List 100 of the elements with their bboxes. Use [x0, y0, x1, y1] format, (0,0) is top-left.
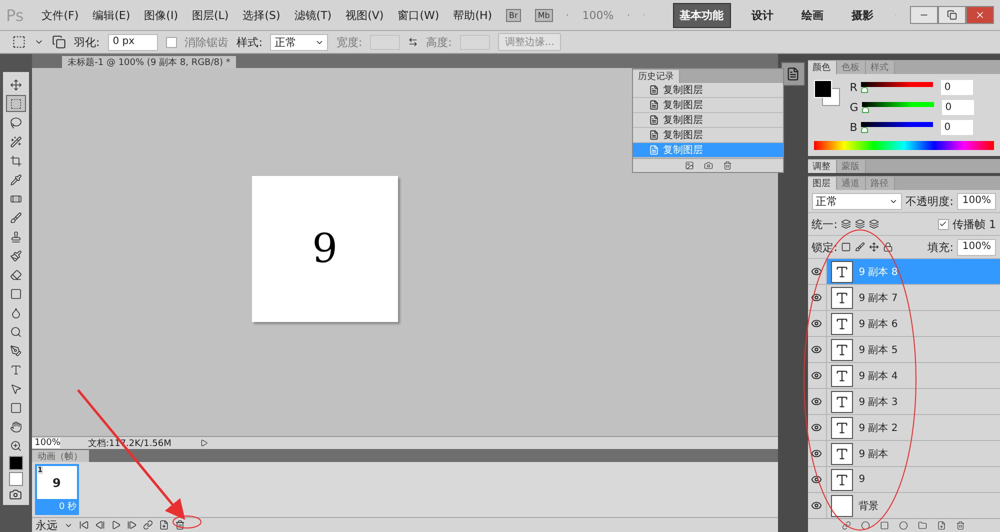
- channel-value[interactable]: 0: [942, 100, 974, 115]
- duplicate-frame-icon[interactable]: [158, 520, 169, 530]
- style-select[interactable]: 正常: [270, 34, 328, 50]
- menu-item[interactable]: 窗口(W): [398, 8, 440, 22]
- eye-icon[interactable]: [811, 266, 822, 277]
- eye-icon[interactable]: [811, 474, 822, 485]
- new-layer-icon[interactable]: [937, 521, 946, 530]
- crop-icon[interactable]: [10, 154, 22, 166]
- group-icon[interactable]: [918, 521, 928, 530]
- opacity-field[interactable]: 100%: [957, 192, 996, 210]
- eye-icon[interactable]: [811, 318, 822, 329]
- pen-icon[interactable]: [10, 344, 22, 356]
- background-swatch[interactable]: [8, 472, 23, 486]
- delete-icon[interactable]: [722, 161, 732, 170]
- droplet-icon[interactable]: [10, 306, 22, 318]
- workspace-button[interactable]: 摄影: [844, 2, 881, 28]
- camera-icon[interactable]: [704, 161, 712, 170]
- foreground-swatch[interactable]: [8, 456, 23, 470]
- channel-value[interactable]: 0: [941, 80, 974, 95]
- color-swatches[interactable]: [814, 80, 842, 108]
- eye-icon[interactable]: [811, 370, 822, 381]
- fill-field[interactable]: 100%: [957, 238, 996, 256]
- menu-item[interactable]: 选择(S): [242, 8, 280, 22]
- launch-button[interactable]: Mb: [534, 8, 553, 22]
- tween-icon[interactable]: [142, 520, 153, 530]
- layer-row[interactable]: 9: [808, 467, 1000, 493]
- history-item[interactable]: 复制图层: [633, 113, 783, 128]
- panel-tab[interactable]: 调整: [808, 160, 837, 173]
- history-item[interactable]: 复制图层: [633, 83, 783, 98]
- brush-icon[interactable]: [10, 212, 22, 224]
- lock-pixels-icon[interactable]: [841, 242, 852, 252]
- next-frame-icon[interactable]: [126, 520, 137, 530]
- history-item[interactable]: 复制图层: [633, 98, 783, 113]
- menu-item[interactable]: 帮助(H): [453, 8, 492, 22]
- swap-icon[interactable]: [408, 37, 418, 47]
- menu-item[interactable]: 文件(F): [42, 8, 79, 22]
- marquee-icon[interactable]: [10, 98, 22, 110]
- snapshot-icon[interactable]: [684, 161, 694, 170]
- move-icon[interactable]: [10, 78, 22, 90]
- pipette-icon[interactable]: [10, 174, 22, 186]
- zoom-icon[interactable]: [10, 440, 22, 452]
- feather-field[interactable]: 0 px: [108, 34, 158, 50]
- eye-icon[interactable]: [811, 292, 822, 303]
- unify-icon[interactable]: [841, 219, 852, 229]
- lock-move-icon[interactable]: [869, 242, 880, 252]
- slider-thumb[interactable]: [861, 127, 868, 133]
- unify-icon[interactable]: [869, 219, 880, 229]
- eye-icon[interactable]: [811, 500, 822, 511]
- color-spectrum[interactable]: [814, 141, 994, 150]
- menu-item[interactable]: 图像(I): [144, 8, 178, 22]
- lock-paint-icon[interactable]: [855, 242, 866, 252]
- workspace-button[interactable]: 绘画: [794, 2, 831, 28]
- quick-mask-icon[interactable]: [9, 488, 22, 501]
- launch-button[interactable]: Br: [506, 8, 521, 22]
- slider-thumb[interactable]: [861, 87, 868, 93]
- animation-tab[interactable]: 动画（帧）: [32, 450, 89, 462]
- bandage-icon[interactable]: [10, 192, 22, 204]
- history-item[interactable]: 复制图层: [633, 128, 783, 143]
- layer-row[interactable]: 9 副本 5: [808, 337, 1000, 363]
- marquee-icon[interactable]: [12, 35, 26, 49]
- menu-item[interactable]: 图层(L): [192, 8, 229, 22]
- previous-frame-icon[interactable]: [94, 520, 105, 530]
- rectangle-icon[interactable]: [10, 402, 22, 414]
- workspace-button[interactable]: 设计: [744, 2, 781, 28]
- stamp-icon[interactable]: [10, 230, 22, 242]
- loop-select[interactable]: 永远: [36, 518, 58, 532]
- link-icon[interactable]: [842, 521, 852, 530]
- restore-button[interactable]: [938, 6, 966, 24]
- document-tab[interactable]: 未标题-1 @ 100% (9 副本 8, RGB/8) *: [62, 56, 236, 68]
- layer-row[interactable]: 9 副本: [808, 441, 1000, 467]
- lock-icon[interactable]: [883, 242, 894, 252]
- workspace-button[interactable]: 基本功能: [672, 2, 731, 28]
- antialias-checkbox[interactable]: [166, 36, 177, 48]
- eye-icon[interactable]: [811, 448, 822, 459]
- wand-icon[interactable]: [10, 136, 22, 148]
- paintbrush-icon[interactable]: [10, 250, 22, 262]
- eye-icon[interactable]: [811, 344, 822, 355]
- layer-row[interactable]: 9 副本 7: [808, 285, 1000, 311]
- layer-row[interactable]: 9 副本 2: [808, 415, 1000, 441]
- menu-item[interactable]: 滤镜(T): [294, 8, 332, 22]
- delete-icon[interactable]: [174, 520, 185, 530]
- menu-item[interactable]: 编辑(E): [92, 8, 130, 22]
- mask-icon[interactable]: [880, 521, 890, 530]
- propagate-checkbox[interactable]: [938, 218, 948, 230]
- type-icon[interactable]: [10, 364, 22, 376]
- lasso-icon[interactable]: [10, 116, 22, 128]
- blend-mode-select[interactable]: 正常: [812, 192, 902, 210]
- layer-row[interactable]: 9 副本 6: [808, 311, 1000, 337]
- unify-icon[interactable]: [855, 219, 866, 229]
- delete-icon[interactable]: [956, 521, 966, 530]
- panel-tab[interactable]: 颜色: [808, 61, 837, 74]
- panel-tab[interactable]: 图层: [808, 177, 837, 190]
- play-icon[interactable]: [110, 520, 121, 530]
- eye-icon[interactable]: [811, 422, 822, 433]
- selection-mode-icon[interactable]: [52, 35, 66, 49]
- eraser-icon[interactable]: [10, 268, 22, 280]
- zoom-field[interactable]: 100%: [32, 438, 60, 448]
- adjustment-icon[interactable]: [899, 521, 908, 530]
- panel-tab[interactable]: 历史记录: [633, 70, 680, 83]
- eye-icon[interactable]: [811, 396, 822, 407]
